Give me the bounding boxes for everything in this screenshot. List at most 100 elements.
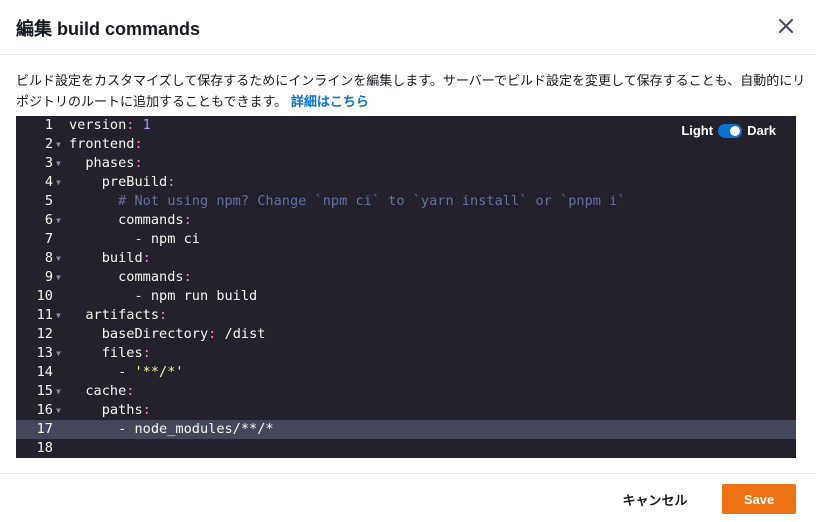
code-token: paths	[69, 402, 143, 418]
code-token: cache	[69, 383, 127, 399]
code-text: version: 1	[69, 116, 151, 135]
code-line[interactable]: 15 ▼ cache:	[16, 382, 796, 401]
code-text: - npm run build	[69, 287, 257, 306]
code-line[interactable]: 1 version: 1	[16, 116, 796, 135]
code-line[interactable]: 6 ▼ commands:	[16, 211, 796, 230]
code-line[interactable]: 14 - '**/*'	[16, 363, 796, 382]
code-token: - npm run build	[69, 288, 258, 304]
code-token: :	[183, 212, 192, 228]
dialog-header: 編集 build commands	[0, 0, 816, 55]
line-number: 9	[44, 269, 53, 285]
theme-dark-label: Dark	[747, 123, 776, 138]
code-text: frontend:	[69, 135, 143, 154]
code-line[interactable]: 2 ▼ frontend:	[16, 135, 796, 154]
code-line[interactable]: 13 ▼ files:	[16, 344, 796, 363]
code-line[interactable]: 9 ▼ commands:	[16, 268, 796, 287]
code-token: :	[126, 383, 135, 399]
fold-arrow-icon[interactable]: ▼	[56, 268, 61, 287]
code-text: artifacts:	[69, 306, 167, 325]
code-line[interactable]: 7 - npm ci	[16, 230, 796, 249]
code-text: - npm ci	[69, 230, 200, 249]
code-line[interactable]: 4 ▼ preBuild:	[16, 173, 796, 192]
code-token: artifacts	[69, 307, 160, 323]
code-token: :	[142, 345, 151, 361]
theme-toggle: Light Dark	[681, 123, 776, 138]
code-token: :	[167, 174, 176, 190]
fold-arrow-icon[interactable]: ▼	[56, 173, 61, 192]
fold-arrow-icon[interactable]: ▼	[56, 344, 61, 363]
dialog-title: 編集 build commands	[16, 19, 201, 39]
fold-arrow-icon[interactable]: ▼	[56, 382, 61, 401]
code-line[interactable]: 10 - npm run build	[16, 287, 796, 306]
code-text: cache:	[69, 382, 134, 401]
code-token: phases	[69, 155, 135, 171]
line-number: 1	[44, 117, 53, 133]
code-token: commands	[69, 212, 184, 228]
code-token: :	[183, 269, 192, 285]
code-text: files:	[69, 344, 151, 363]
code-text: paths:	[69, 401, 151, 420]
code-token: - npm ci	[69, 231, 200, 247]
code-line[interactable]: 3 ▼ phases:	[16, 154, 796, 173]
code-text: commands:	[69, 211, 192, 230]
fold-arrow-icon[interactable]: ▼	[56, 211, 61, 230]
line-number: 3	[44, 155, 53, 171]
line-number: 7	[44, 231, 53, 247]
code-token: baseDirectory	[69, 326, 209, 342]
line-number: 18	[36, 440, 53, 456]
code-line[interactable]: 5 # Not using npm? Change `npm ci` to `y…	[16, 192, 796, 211]
line-number: 12	[36, 326, 53, 342]
code-text: - '**/*'	[69, 363, 184, 382]
code-text: # Not using npm? Change `npm ci` to `yar…	[69, 192, 626, 211]
code-token: preBuild	[69, 174, 168, 190]
code-lines: 1 version: 1 2 ▼ frontend: 3 ▼ phases: 4 ▼ preBu…	[16, 116, 796, 458]
code-line[interactable]: 18	[16, 439, 796, 458]
code-token: files	[69, 345, 143, 361]
learn-more-link[interactable]: 詳細はこちら	[291, 94, 369, 109]
code-line[interactable]: 8 ▼ build:	[16, 249, 796, 268]
cancel-button[interactable]: キャンセル	[610, 485, 700, 513]
code-token: 1	[142, 117, 151, 133]
code-token: :	[142, 250, 151, 266]
code-text: baseDirectory: /dist	[69, 325, 266, 344]
code-text: phases:	[69, 154, 143, 173]
description-text: ビルド設定をカスタマイズして保存するためにインラインを編集します。サーバーでビル…	[16, 73, 806, 109]
code-token: build	[69, 250, 143, 266]
code-token: :	[142, 402, 151, 418]
code-token: :	[134, 155, 143, 171]
line-number: 16	[36, 402, 53, 418]
code-text: preBuild:	[69, 173, 176, 192]
code-token: version	[69, 117, 127, 133]
code-line[interactable]: 11 ▼ artifacts:	[16, 306, 796, 325]
fold-arrow-icon[interactable]: ▼	[56, 135, 61, 154]
fold-arrow-icon[interactable]: ▼	[56, 306, 61, 325]
code-editor[interactable]: 1 version: 1 2 ▼ frontend: 3 ▼ phases: 4 ▼ preBu…	[16, 116, 796, 458]
line-number: 10	[36, 288, 53, 304]
code-line[interactable]: 12 baseDirectory: /dist	[16, 325, 796, 344]
code-token: :	[159, 307, 168, 323]
dialog-description: ビルド設定をカスタマイズして保存するためにインラインを編集します。サーバーでビル…	[16, 70, 806, 112]
close-icon[interactable]	[774, 14, 798, 38]
code-token: - node_modules/**/*	[69, 421, 274, 437]
theme-light-label: Light	[681, 123, 714, 138]
fold-arrow-icon[interactable]: ▼	[56, 154, 61, 173]
code-line[interactable]: 16 ▼ paths:	[16, 401, 796, 420]
code-token: /dist	[216, 326, 266, 342]
code-token: '**/*'	[134, 364, 184, 380]
code-line[interactable]: 17 - node_modules/**/*	[16, 420, 796, 439]
fold-arrow-icon[interactable]: ▼	[56, 401, 61, 420]
code-text: commands:	[69, 268, 192, 287]
line-number: 5	[44, 193, 53, 209]
save-button[interactable]: Save	[722, 484, 796, 514]
line-number: 8	[44, 250, 53, 266]
code-text: - node_modules/**/*	[69, 420, 274, 439]
code-token: frontend	[69, 136, 135, 152]
line-number: 14	[36, 364, 53, 380]
code-token: # Not using npm? Change `npm ci` to `yar…	[118, 193, 626, 209]
theme-switch[interactable]	[718, 123, 743, 138]
fold-arrow-icon[interactable]: ▼	[56, 249, 61, 268]
line-number: 2	[44, 136, 53, 152]
code-token: :	[134, 136, 143, 152]
